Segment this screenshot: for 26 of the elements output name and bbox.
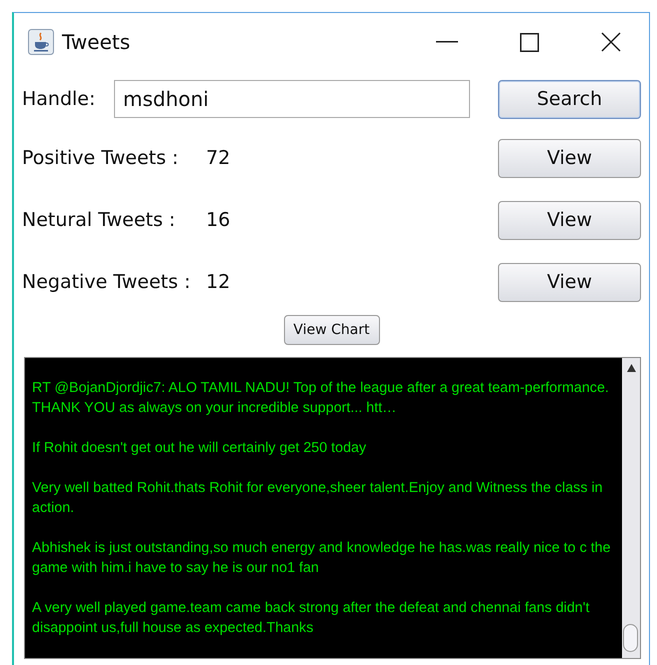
scrollbar-thumb[interactable] (623, 624, 638, 652)
coffee-cup-icon (28, 29, 54, 55)
window-title: Tweets (62, 30, 130, 54)
close-icon[interactable] (601, 32, 621, 52)
view-chart-button[interactable]: View Chart (284, 315, 380, 345)
maximize-icon[interactable] (520, 32, 539, 52)
count-label: Netural Tweets : (22, 209, 176, 231)
count-value: 16 (206, 209, 230, 231)
tweet-text: RT @BojanDjordjic7: ALO TAMIL NADU! Top of the league after a great team-performance. THANK YOU as always on your incredible support... htt… (32, 379, 610, 418)
tweet-text: Very well batted Rohit.thats Rohit for everyone,sheer talent.Enjoy and Witness the class in action. (32, 479, 604, 518)
count-label: Negative Tweets : (22, 271, 192, 293)
search-button[interactable]: Search (498, 80, 641, 118)
handle-field[interactable]: msdhoni (114, 80, 470, 118)
count-label: Positive Tweets : (22, 147, 180, 169)
view-button[interactable]: View (498, 138, 641, 178)
scrollbar[interactable] (622, 358, 640, 658)
view-button[interactable]: View (498, 262, 641, 302)
handle-label: Handle: (22, 88, 96, 110)
tweet-text: Abhishek is just outstanding,so much energy and knowledge he has.was really nice to c the game with him.i have to say he is our no1 fan (32, 539, 612, 578)
scroll-up-icon[interactable] (626, 364, 636, 372)
view-button[interactable]: View (498, 200, 641, 240)
tweet-text: If Rohit doesn't get out he will certainly get 250 today (32, 439, 368, 458)
count-value: 72 (206, 147, 230, 169)
tweet-text: A very well played game.team came back strong after the defeat and chennai fans didn't disappoint us,full house as expected.Thanks (32, 599, 590, 638)
minimize-icon[interactable] (436, 41, 458, 43)
count-value: 12 (206, 271, 230, 293)
